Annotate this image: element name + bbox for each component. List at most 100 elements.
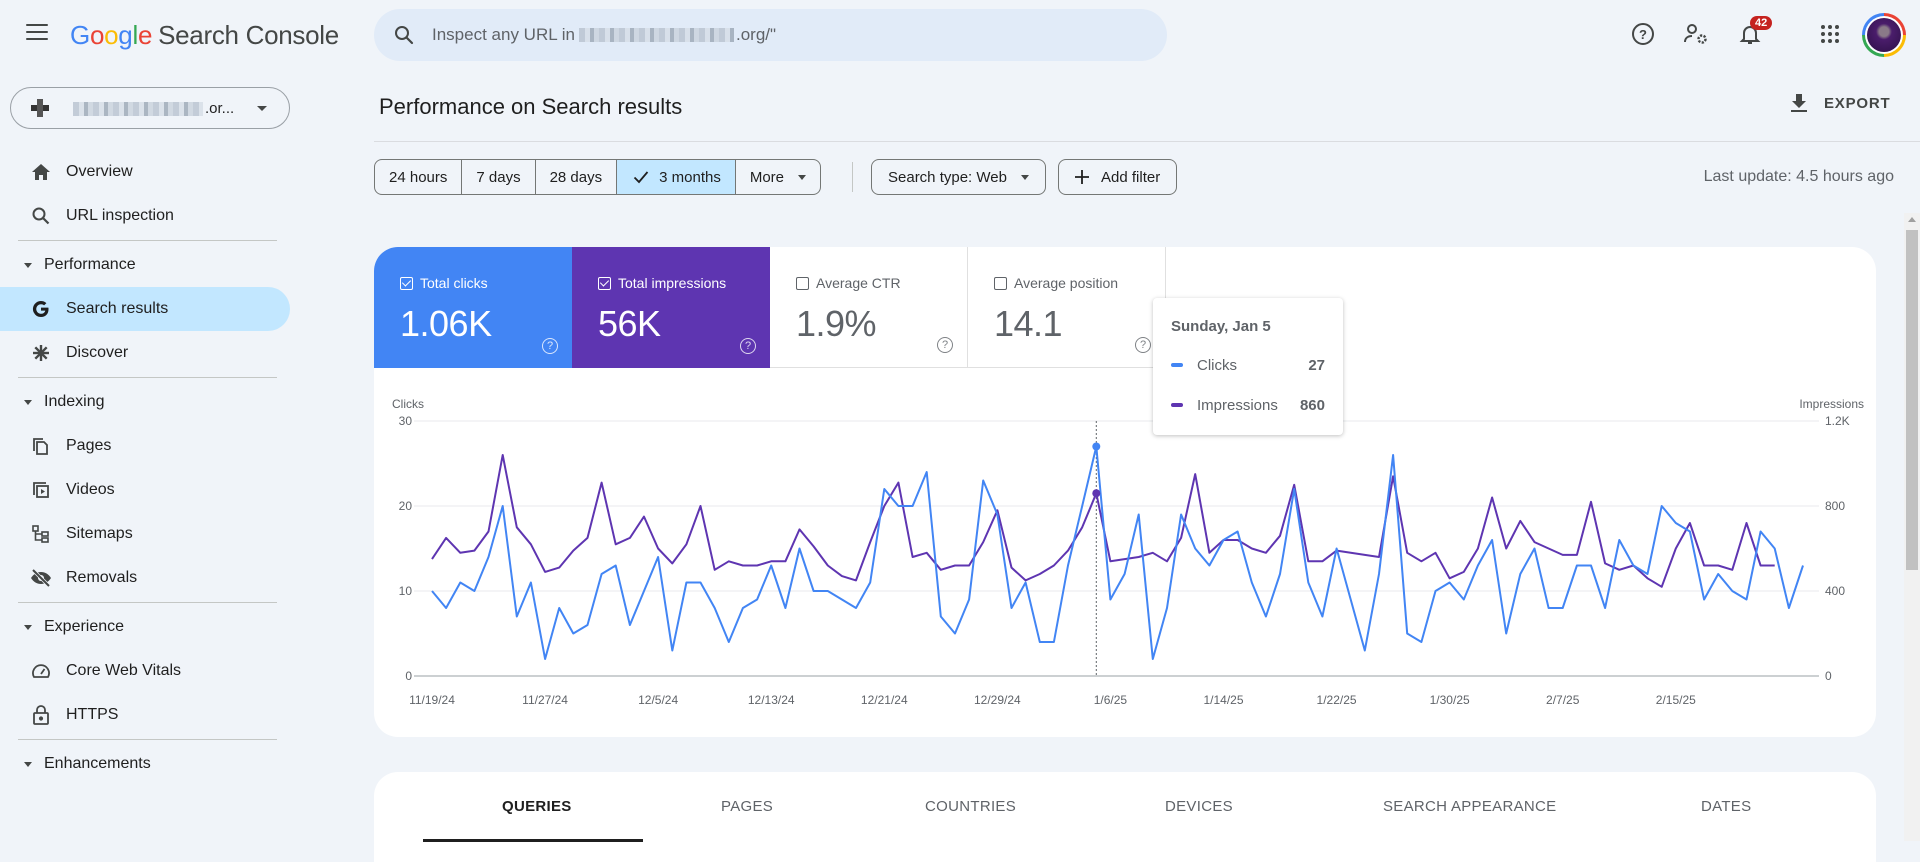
search-type-dropdown[interactable]: Search type: Web xyxy=(871,159,1046,195)
sidebar-nav: Overview URL inspection Performance Sear… xyxy=(0,150,290,786)
sidebar-section-performance[interactable]: Performance xyxy=(0,243,290,287)
main-menu-icon[interactable] xyxy=(26,24,48,42)
chart-tooltip: Sunday, Jan 5 Clicks 27 Impressions 860 xyxy=(1153,298,1343,435)
logo-letter: e xyxy=(138,20,152,50)
y-left-tick-label: 0 xyxy=(405,669,412,683)
header-divider xyxy=(374,141,1920,142)
property-name-suffix: .or... xyxy=(205,100,234,117)
range-label: 24 hours xyxy=(389,169,447,186)
performance-chart[interactable]: ClicksImpressions010203004008001.2K11/19… xyxy=(374,247,1876,737)
range-more-dropdown[interactable]: More xyxy=(736,160,820,194)
sidebar-section-indexing[interactable]: Indexing xyxy=(0,380,290,424)
gauge-icon xyxy=(30,660,52,682)
sidebar-item-label: Search results xyxy=(66,300,168,318)
property-name: .or... xyxy=(69,100,234,117)
tooltip-row-clicks: Clicks 27 xyxy=(1171,355,1325,375)
sidebar-section-experience[interactable]: Experience xyxy=(0,605,290,649)
sidebar-item-label: Sitemaps xyxy=(66,525,133,543)
y-right-tick-label: 1.2K xyxy=(1825,414,1850,428)
sidebar-item-removals[interactable]: Removals xyxy=(0,556,290,600)
x-tick-label: 2/7/25 xyxy=(1546,693,1580,707)
series-swatch xyxy=(1171,363,1183,367)
y-right-tick-label: 800 xyxy=(1825,499,1845,513)
chevron-down-icon xyxy=(257,106,267,111)
property-selector[interactable]: .or... xyxy=(10,87,290,129)
help-button[interactable]: ? xyxy=(1627,18,1659,50)
sidebar-item-videos[interactable]: Videos xyxy=(0,468,290,512)
sidebar-item-discover[interactable]: Discover xyxy=(0,331,290,375)
y-right-axis-title: Impressions xyxy=(1799,397,1864,411)
notifications-button[interactable]: 42 xyxy=(1734,18,1766,50)
sidebar-item-https[interactable]: HTTPS xyxy=(0,693,290,737)
tooltip-date: Sunday, Jan 5 xyxy=(1171,318,1325,335)
y-left-tick-label: 20 xyxy=(399,499,413,513)
lock-icon xyxy=(30,704,52,726)
range-label: More xyxy=(750,169,784,186)
logo-letter: o xyxy=(90,20,104,50)
collapse-triangle-icon xyxy=(24,625,32,630)
pages-icon xyxy=(30,435,52,457)
apps-button[interactable] xyxy=(1814,18,1846,50)
range-24-hours[interactable]: 24 hours xyxy=(375,160,462,194)
tooltip-label: Impressions xyxy=(1197,397,1278,414)
tooltip-row-impressions: Impressions 860 xyxy=(1171,395,1325,415)
logo-letter: G xyxy=(70,20,90,50)
sidebar-item-overview[interactable]: Overview xyxy=(0,150,290,194)
sidebar-item-search-results[interactable]: Search results xyxy=(0,287,290,331)
search-console-logo[interactable]: GoogleSearch Console xyxy=(70,20,339,51)
tab-countries[interactable]: COUNTRIES xyxy=(925,798,1016,815)
logo-letter: o xyxy=(104,20,118,50)
tab-queries[interactable]: QUERIES xyxy=(502,798,572,815)
top-bar: GoogleSearch Console Inspect any URL in.… xyxy=(0,0,1920,70)
y-left-axis-title: Clicks xyxy=(392,397,424,411)
collapse-triangle-icon xyxy=(24,263,32,268)
highlight-point-clicks xyxy=(1092,443,1100,451)
x-tick-label: 11/27/24 xyxy=(522,693,568,707)
sidebar-item-pages[interactable]: Pages xyxy=(0,424,290,468)
nav-divider xyxy=(18,739,277,740)
page-scrollbar[interactable] xyxy=(1904,213,1920,841)
tab-devices[interactable]: DEVICES xyxy=(1165,798,1233,815)
add-filter-button[interactable]: Add filter xyxy=(1058,159,1177,195)
x-tick-label: 1/14/25 xyxy=(1203,693,1243,707)
export-button[interactable]: EXPORT xyxy=(1790,93,1890,113)
tab-pages[interactable]: PAGES xyxy=(721,798,773,815)
tooltip-value: 27 xyxy=(1308,357,1325,374)
url-inspection-search[interactable]: Inspect any URL in.org/" xyxy=(374,9,1167,61)
sitemap-icon xyxy=(30,523,52,545)
placeholder-prefix: Inspect any URL in xyxy=(432,25,575,44)
chevron-down-icon xyxy=(798,175,806,180)
range-7-days[interactable]: 7 days xyxy=(462,160,535,194)
search-icon xyxy=(30,205,52,227)
video-icon xyxy=(30,479,52,501)
tab-search-appearance[interactable]: SEARCH APPEARANCE xyxy=(1383,798,1556,815)
sidebar-item-sitemaps[interactable]: Sitemaps xyxy=(0,512,290,556)
product-name: Search Console xyxy=(158,20,339,50)
settings-button[interactable] xyxy=(1680,18,1712,50)
sidebar-item-core-web-vitals[interactable]: Core Web Vitals xyxy=(0,649,290,693)
tab-dates[interactable]: DATES xyxy=(1701,798,1751,815)
apps-grid-icon xyxy=(1820,24,1840,44)
eye-off-icon xyxy=(30,567,52,589)
home-icon xyxy=(30,161,52,183)
scroll-up-arrow-icon[interactable] xyxy=(1908,217,1916,222)
x-tick-label: 12/29/24 xyxy=(974,693,1021,707)
svg-text:?: ? xyxy=(1639,27,1647,42)
search-icon xyxy=(392,23,416,47)
help-icon: ? xyxy=(1631,22,1655,46)
range-3-months[interactable]: 3 months xyxy=(617,160,736,194)
sidebar-item-url-inspection[interactable]: URL inspection xyxy=(0,194,290,238)
search-type-label: Search type: Web xyxy=(888,169,1007,186)
sidebar-item-label: Discover xyxy=(66,344,128,362)
y-right-tick-label: 0 xyxy=(1825,669,1832,683)
y-left-tick-label: 30 xyxy=(399,414,413,428)
scrollbar-thumb[interactable] xyxy=(1906,230,1918,570)
sidebar-item-label: Overview xyxy=(66,163,133,181)
sidebar-section-enhancements[interactable]: Enhancements xyxy=(0,742,290,786)
account-avatar[interactable] xyxy=(1862,13,1906,57)
nav-divider xyxy=(18,602,277,603)
sidebar-item-label: URL inspection xyxy=(66,207,174,225)
highlight-point-impressions xyxy=(1092,489,1100,497)
range-28-days[interactable]: 28 days xyxy=(536,160,618,194)
range-label: 7 days xyxy=(476,169,520,186)
